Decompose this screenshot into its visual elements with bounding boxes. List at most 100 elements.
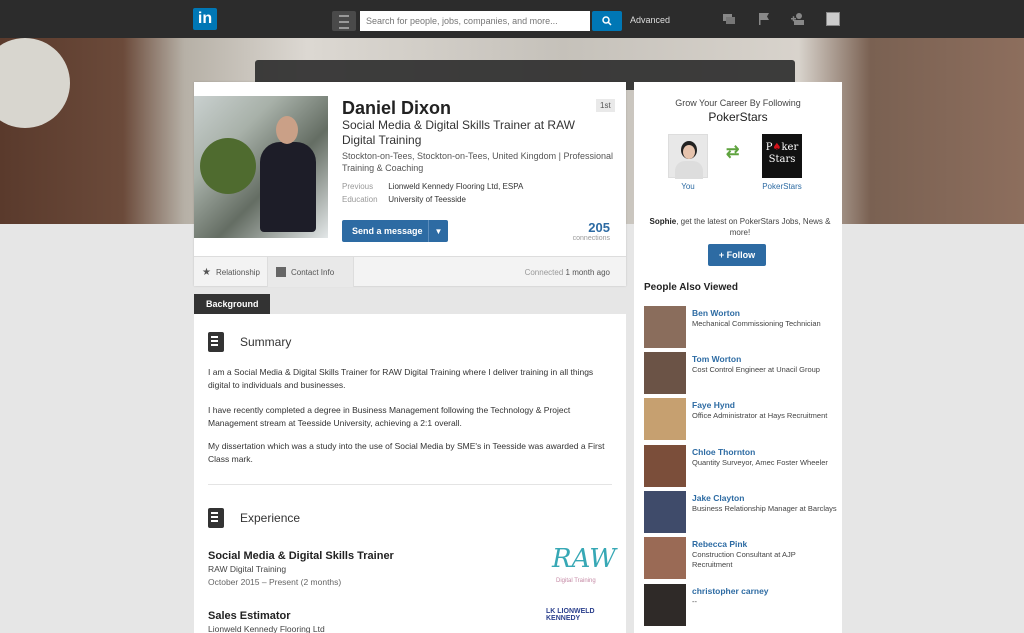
person-name[interactable]: Tom Worton	[692, 354, 741, 364]
lionweld-kennedy-logo[interactable]: LK LIONWELD KENNEDY	[546, 608, 626, 622]
section-divider	[208, 484, 612, 485]
summary-heading: Summary	[208, 332, 291, 352]
person-title: Mechanical Commissioning Technician	[692, 319, 821, 328]
connection-degree-badge: 1st	[596, 99, 615, 112]
profile-card-footer: ★ Relationship Contact Info Connected 1 …	[194, 256, 626, 287]
connections-label: connections	[572, 235, 610, 242]
previous-value[interactable]: Lionweld Kennedy Flooring Ltd, ESPA	[388, 182, 523, 191]
person-avatar[interactable]	[644, 491, 686, 533]
person-title: Business Relationship Manager at Barclay…	[692, 504, 837, 513]
raw-digital-logo-sub: Digital Training	[556, 578, 596, 584]
list-item[interactable]: Rebecca Pink Construction Consultant at …	[644, 537, 840, 581]
job-title-1[interactable]: Social Media & Digital Skills Trainer	[208, 550, 394, 562]
summary-title: Summary	[240, 335, 292, 349]
promo-message-text: , get the latest on PokerStars Jobs, New…	[676, 217, 831, 237]
person-avatar[interactable]	[644, 306, 686, 348]
profile-location: Stockton-on-Tees, Stockton-on-Tees, Unit…	[342, 151, 613, 173]
person-avatar[interactable]	[644, 352, 686, 394]
contact-card-icon	[276, 267, 286, 277]
notifications-flag-icon[interactable]	[757, 12, 771, 26]
job-dates-1: October 2015 – Present (2 months)	[208, 577, 342, 587]
search-category-button[interactable]	[332, 11, 356, 31]
you-avatar[interactable]	[668, 134, 708, 179]
list-item[interactable]: Tom Worton Cost Control Engineer at Unac…	[644, 352, 840, 396]
search-button[interactable]	[592, 11, 622, 31]
person-name[interactable]: Jake Clayton	[692, 493, 744, 503]
swap-arrows-icon: ⇄	[726, 144, 740, 161]
connected-since: Connected 1 month ago	[525, 268, 610, 277]
summary-paragraph-3: My dissertation which was a study into t…	[208, 441, 605, 464]
account-avatar-icon[interactable]	[826, 12, 840, 26]
list-item[interactable]: christopher carney --	[644, 584, 840, 628]
tab-relationship[interactable]: ★ Relationship	[194, 257, 268, 287]
follow-button[interactable]: + Follow	[708, 244, 766, 266]
job-company-2[interactable]: Lionweld Kennedy Flooring Ltd	[208, 624, 325, 633]
education-row: Education University of Teesside	[342, 195, 466, 204]
chevron-down-icon[interactable]: ▼	[428, 220, 448, 242]
experience-heading: Experience	[208, 508, 300, 528]
banner-lamp	[0, 38, 70, 128]
pokerstars-logo[interactable]: P♠ker Stars	[762, 134, 802, 178]
job-company-1[interactable]: RAW Digital Training	[208, 564, 286, 574]
background-card: Summary I am a Social Media & Digital Sk…	[194, 314, 626, 633]
photo-tree	[200, 138, 256, 194]
send-message-label: Send a message	[352, 226, 423, 236]
profile-name: Daniel Dixon	[342, 98, 452, 118]
job-title-2[interactable]: Sales Estimator	[208, 610, 291, 622]
list-item[interactable]: Chloe Thornton Quantity Surveyor, Amec F…	[644, 445, 840, 489]
sidebar: Grow Your Career By Following PokerStars…	[634, 82, 842, 633]
tab-relationship-label: Relationship	[215, 267, 260, 277]
background-tab[interactable]: Background	[194, 294, 270, 314]
search-icon	[602, 16, 612, 26]
person-title: Office Administrator at Hays Recruitment	[692, 411, 828, 420]
person-title: --	[692, 597, 697, 606]
add-connections-icon[interactable]	[791, 12, 805, 26]
raw-digital-logo[interactable]: RAW	[552, 544, 616, 574]
person-name[interactable]: Faye Hynd	[692, 400, 735, 410]
connections-number: 205	[588, 220, 610, 235]
education-value[interactable]: University of Teesside	[388, 195, 466, 204]
tab-contact-label: Contact Info	[291, 267, 335, 277]
education-label: Education	[342, 195, 378, 204]
connections-count[interactable]: 205 connections	[573, 220, 610, 242]
previous-label: Previous	[342, 182, 374, 191]
person-name[interactable]: Rebecca Pink	[692, 539, 747, 549]
person-title: Cost Control Engineer at Unacil Group	[692, 365, 820, 374]
promo-message: Sophie, get the latest on PokerStars Job…	[642, 216, 838, 238]
person-avatar[interactable]	[644, 445, 686, 487]
promo-user-name: Sophie	[649, 217, 677, 226]
tab-contact-info[interactable]: Contact Info	[268, 257, 354, 287]
summary-paragraph-2: I have recently completed a degree in Bu…	[208, 405, 571, 428]
summary-paragraph-1: I am a Social Media & Digital Skills Tra…	[208, 367, 594, 390]
connected-prefix: Connected	[524, 268, 564, 277]
search-input[interactable]	[360, 11, 590, 31]
person-avatar[interactable]	[644, 537, 686, 579]
list-item[interactable]: Jake Clayton Business Relationship Manag…	[644, 491, 840, 535]
person-avatar[interactable]	[644, 398, 686, 440]
promo-company-name: PokerStars	[708, 110, 768, 124]
person-name[interactable]: Ben Worton	[692, 308, 740, 318]
list-item[interactable]: Ben Worton Mechanical Commissioning Tech…	[644, 306, 840, 350]
experience-icon	[208, 508, 224, 528]
messages-icon[interactable]	[722, 12, 736, 26]
person-title: Quantity Surveyor, Amec Foster Wheeler	[692, 458, 828, 467]
you-label[interactable]: You	[668, 182, 708, 191]
summary-icon	[208, 332, 224, 352]
person-name[interactable]: Chloe Thornton	[692, 447, 755, 457]
promo-title: Grow Your Career By Following	[675, 98, 801, 108]
people-also-viewed-title: People Also Viewed	[644, 282, 738, 293]
advanced-search-link[interactable]: Advanced	[630, 15, 670, 25]
person-title: Construction Consultant at AJP Recruitme…	[692, 550, 796, 569]
star-icon: ★	[202, 266, 211, 278]
send-message-button[interactable]: Send a message ▼	[342, 220, 448, 242]
top-nav: in Advanced	[0, 0, 1024, 38]
person-name[interactable]: christopher carney	[692, 586, 769, 596]
experience-title: Experience	[240, 511, 301, 525]
company-label[interactable]: PokerStars	[754, 182, 810, 191]
linkedin-logo[interactable]: in	[193, 8, 217, 30]
list-item[interactable]: Faye Hynd Office Administrator at Hays R…	[644, 398, 840, 442]
profile-headline: Social Media & Digital Skills Trainer at…	[342, 118, 575, 147]
person-avatar[interactable]	[644, 584, 686, 626]
photo-person	[260, 116, 316, 232]
profile-photo[interactable]	[194, 96, 328, 238]
